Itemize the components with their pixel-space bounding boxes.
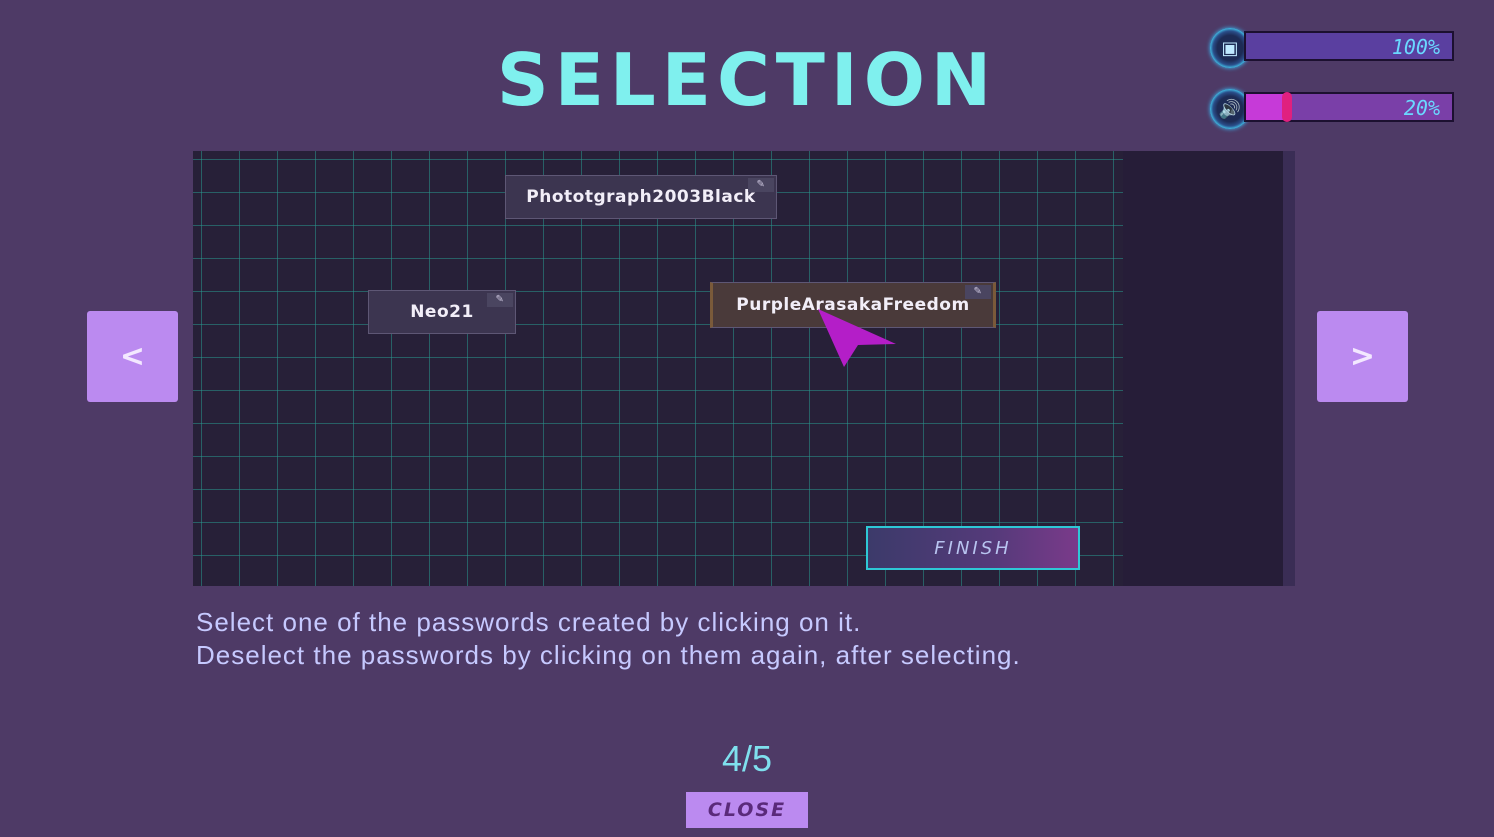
edit-icon: ✎ [748, 178, 774, 192]
instruction-line: Select one of the passwords created by c… [196, 607, 862, 637]
password-label: Neo21 [410, 302, 474, 322]
instruction-line: Deselect the passwords by clicking on th… [196, 640, 1021, 670]
preview-scrollbar [1283, 151, 1295, 586]
password-item[interactable]: Neo21 ✎ [368, 290, 516, 334]
page-indicator: 4/5 [721, 738, 773, 779]
mouse-cursor-icon [818, 309, 896, 367]
password-grid: Phototgraph2003Black ✎ Neo21 ✎ PurpleAra… [193, 151, 1123, 586]
instructions: Select one of the passwords created by c… [196, 606, 1296, 672]
brightness-value: 100% [1391, 35, 1440, 59]
volume-slider[interactable]: 20% [1244, 92, 1454, 122]
close-button[interactable]: CLOSE [686, 792, 808, 828]
volume-value: 20% [1403, 96, 1440, 120]
password-label: Phototgraph2003Black [526, 187, 756, 207]
finish-button[interactable]: FINISH [866, 526, 1080, 570]
preview-side-panel [1123, 151, 1283, 586]
volume-fill [1246, 94, 1288, 120]
password-item[interactable]: Phototgraph2003Black ✎ [505, 175, 777, 219]
tutorial-preview: Phototgraph2003Black ✎ Neo21 ✎ PurpleAra… [193, 151, 1295, 586]
volume-setting: 🔊 20% [1210, 89, 1460, 129]
brightness-slider[interactable]: 100% [1244, 31, 1454, 61]
edit-icon: ✎ [487, 293, 513, 307]
next-page-button[interactable]: > [1317, 311, 1408, 402]
volume-slider-handle[interactable] [1282, 92, 1293, 122]
brightness-setting: ▣ 100% [1210, 28, 1460, 68]
edit-icon: ✎ [965, 285, 991, 299]
previous-page-button[interactable]: < [87, 311, 178, 402]
